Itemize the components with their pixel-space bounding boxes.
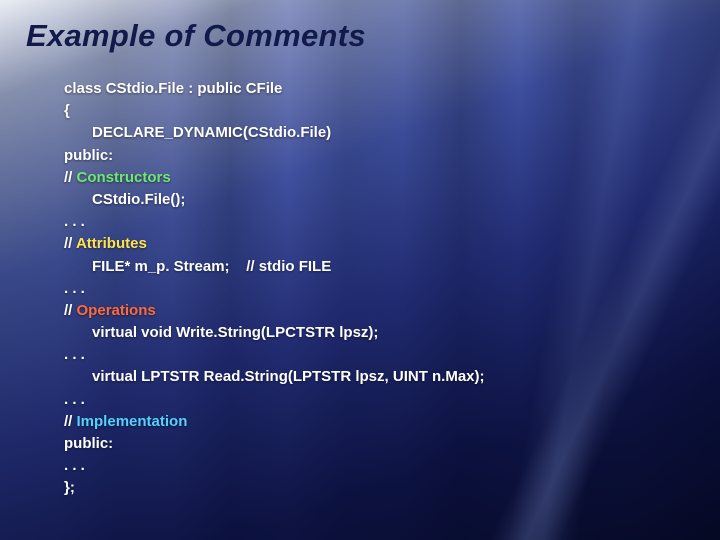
code-line: . . . bbox=[64, 211, 674, 233]
comment-prefix: // bbox=[64, 302, 77, 319]
code-line: public: bbox=[64, 433, 674, 455]
code-line: DECLARE_DYNAMIC(CStdio.File) bbox=[64, 122, 674, 144]
code-line: . . . bbox=[64, 344, 674, 366]
code-line: // Implementation bbox=[64, 411, 674, 433]
code-block: class CStdio.File : public CFile { DECLA… bbox=[64, 78, 674, 500]
comment-prefix: // bbox=[64, 235, 76, 252]
slide-title: Example of Comments bbox=[26, 18, 366, 54]
code-line: virtual void Write.String(LPCTSTR lpsz); bbox=[64, 322, 674, 344]
code-line: . . . bbox=[64, 278, 674, 300]
code-line: { bbox=[64, 100, 674, 122]
code-line: virtual LPTSTR Read.String(LPTSTR lpsz, … bbox=[64, 366, 674, 388]
section-implementation: Implementation bbox=[77, 413, 188, 430]
section-attributes: Attributes bbox=[76, 235, 147, 252]
code-line: FILE* m_p. Stream; // stdio FILE bbox=[64, 256, 674, 278]
code-line: public: bbox=[64, 145, 674, 167]
code-line: // Constructors bbox=[64, 167, 674, 189]
code-line: // Attributes bbox=[64, 233, 674, 255]
section-constructors: Constructors bbox=[77, 169, 171, 186]
code-line: class CStdio.File : public CFile bbox=[64, 78, 674, 100]
code-line: }; bbox=[64, 477, 674, 499]
slide: Example of Comments class CStdio.File : … bbox=[0, 0, 720, 540]
code-line: CStdio.File(); bbox=[64, 189, 674, 211]
code-line: . . . bbox=[64, 389, 674, 411]
code-line: // Operations bbox=[64, 300, 674, 322]
comment-prefix: // bbox=[64, 413, 77, 430]
section-operations: Operations bbox=[77, 302, 156, 319]
code-line: . . . bbox=[64, 455, 674, 477]
comment-prefix: // bbox=[64, 169, 77, 186]
